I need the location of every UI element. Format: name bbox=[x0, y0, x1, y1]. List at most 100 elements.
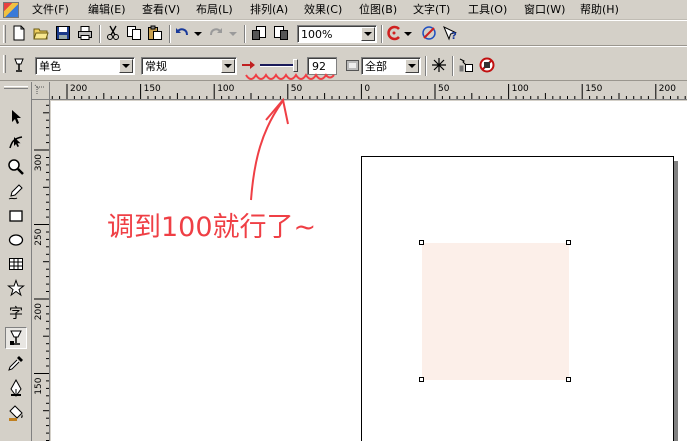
horizontal-ruler[interactable]: 200 150 100 50 0 50 100 150 200 bbox=[32, 82, 687, 100]
launcher-dropdown-icon[interactable] bbox=[403, 24, 413, 42]
menu-effects[interactable]: 效果(C) bbox=[304, 2, 342, 18]
star-tool-icon[interactable] bbox=[5, 277, 27, 299]
toolbar-separator bbox=[381, 25, 383, 43]
chevron-down-icon[interactable] bbox=[119, 59, 133, 73]
toolbox: 字 bbox=[0, 82, 32, 441]
slider-track bbox=[260, 64, 296, 67]
toolbar-separator bbox=[99, 25, 101, 43]
outline-pen-tool-icon[interactable] bbox=[5, 377, 27, 399]
graph-paper-tool-icon[interactable] bbox=[5, 253, 27, 275]
apply-target-combo[interactable]: 全部 bbox=[361, 57, 421, 75]
ruler-label: 200 bbox=[34, 303, 44, 320]
annotation-text: 调到100就行了~ bbox=[107, 212, 317, 243]
menu-file[interactable]: 文件(F) bbox=[32, 2, 69, 18]
corel-online-icon[interactable] bbox=[420, 24, 438, 42]
clear-transparency-icon[interactable] bbox=[478, 56, 496, 74]
slider-thumb[interactable] bbox=[293, 59, 298, 72]
start-transparency-icon bbox=[240, 56, 258, 74]
selection-handle-top-left[interactable] bbox=[419, 240, 424, 245]
toolbar-grip[interactable] bbox=[3, 25, 6, 43]
blend-mode-combo[interactable]: 常规 bbox=[141, 57, 237, 75]
selection-handle-bottom-left[interactable] bbox=[419, 377, 424, 382]
property-bar: 单色 常规 92 全部 bbox=[0, 46, 687, 81]
shape-tool-icon[interactable] bbox=[5, 131, 27, 153]
freehand-tool-icon[interactable] bbox=[5, 181, 27, 203]
ruler-label: 150 bbox=[34, 377, 44, 394]
open-folder-icon[interactable] bbox=[32, 24, 50, 42]
rectangle-tool-icon[interactable] bbox=[5, 205, 27, 227]
ruler-label: 100 bbox=[512, 84, 529, 94]
selection-handle-top-right[interactable] bbox=[566, 240, 571, 245]
toolbar-grip[interactable] bbox=[3, 55, 6, 73]
svg-text:字: 字 bbox=[9, 306, 23, 321]
redo-dropdown-icon[interactable] bbox=[228, 24, 238, 42]
ruler-label: 200 bbox=[70, 84, 87, 94]
ruler-label: 300 bbox=[34, 154, 44, 171]
chevron-down-icon[interactable] bbox=[405, 59, 419, 73]
copy-icon[interactable] bbox=[125, 24, 143, 42]
zoom-level-combo[interactable]: 100% bbox=[297, 25, 377, 43]
ruler-label: 250 bbox=[34, 228, 44, 245]
ellipse-tool-icon[interactable] bbox=[5, 229, 27, 251]
ruler-label: 150 bbox=[144, 84, 161, 94]
vertical-ruler-scale: 300 250 200 150 bbox=[34, 104, 49, 441]
undo-icon[interactable] bbox=[173, 24, 191, 42]
save-icon[interactable] bbox=[54, 24, 72, 42]
zoom-level-value: 100% bbox=[301, 28, 333, 41]
ruler-origin[interactable] bbox=[32, 82, 50, 100]
transparency-slider[interactable] bbox=[260, 59, 302, 73]
target-fill-outline-icon[interactable] bbox=[344, 56, 362, 74]
apply-target-value: 全部 bbox=[365, 60, 387, 73]
ruler-label: 50 bbox=[291, 84, 303, 94]
fill-bucket-tool-icon[interactable] bbox=[5, 402, 27, 424]
horizontal-ruler-scale: 200 150 100 50 0 50 100 150 200 bbox=[37, 84, 686, 99]
app-logo-icon[interactable] bbox=[3, 2, 19, 18]
undo-dropdown-icon[interactable] bbox=[193, 24, 203, 42]
whats-this-help-icon[interactable]: ? bbox=[441, 24, 459, 42]
copy-transparency-icon[interactable] bbox=[457, 56, 475, 74]
pick-tool-icon[interactable] bbox=[5, 106, 27, 128]
menu-bitmaps[interactable]: 位图(B) bbox=[359, 2, 397, 18]
ruler-label: 200 bbox=[659, 84, 676, 94]
menu-text[interactable]: 文字(T) bbox=[413, 2, 450, 18]
paste-icon[interactable] bbox=[146, 24, 164, 42]
menu-view[interactable]: 查看(V) bbox=[142, 2, 180, 18]
transparency-operation-value: 单色 bbox=[39, 60, 61, 73]
page-shadow bbox=[674, 161, 678, 441]
toolbox-grip[interactable] bbox=[4, 86, 28, 89]
transparency-type-icon[interactable] bbox=[10, 56, 28, 74]
interactive-transparency-tool-icon[interactable] bbox=[5, 327, 27, 349]
menu-bar: 文件(F) 编辑(E) 查看(V) 布局(L) 排列(A) 效果(C) 位图(B… bbox=[0, 0, 687, 20]
menu-window[interactable]: 窗口(W) bbox=[524, 2, 565, 18]
menu-layout[interactable]: 布局(L) bbox=[196, 2, 233, 18]
export-icon[interactable] bbox=[272, 24, 290, 42]
application-launcher-icon[interactable] bbox=[385, 24, 403, 42]
chevron-down-icon[interactable] bbox=[221, 59, 235, 73]
transparency-operation-combo[interactable]: 单色 bbox=[35, 57, 135, 75]
transparency-value-input[interactable]: 92 bbox=[307, 57, 337, 75]
zoom-tool-icon[interactable] bbox=[5, 156, 27, 178]
drawing-canvas[interactable] bbox=[51, 101, 687, 441]
new-document-icon[interactable] bbox=[10, 24, 28, 42]
import-icon[interactable] bbox=[250, 24, 268, 42]
transparency-value: 92 bbox=[312, 60, 326, 73]
menu-arrange[interactable]: 排列(A) bbox=[250, 2, 288, 18]
ruler-label: 50 bbox=[438, 84, 450, 94]
toolbar-separator bbox=[452, 56, 454, 76]
svg-text:?: ? bbox=[451, 31, 457, 41]
print-icon[interactable] bbox=[76, 24, 94, 42]
text-tool-icon[interactable]: 字 bbox=[5, 301, 27, 323]
menu-help[interactable]: 帮助(H) bbox=[580, 2, 619, 18]
chevron-down-icon[interactable] bbox=[361, 27, 375, 41]
menu-edit[interactable]: 编辑(E) bbox=[88, 2, 126, 18]
menu-tools[interactable]: 工具(O) bbox=[468, 2, 507, 18]
eyedropper-tool-icon[interactable] bbox=[5, 352, 27, 374]
cut-icon[interactable] bbox=[104, 24, 122, 42]
selection-handle-bottom-right[interactable] bbox=[566, 377, 571, 382]
toolbar-separator bbox=[425, 56, 427, 76]
vertical-ruler[interactable]: 300 250 200 150 bbox=[32, 100, 50, 441]
redo-icon[interactable] bbox=[207, 24, 225, 42]
toolbar-separator bbox=[244, 25, 246, 43]
selected-rectangle[interactable] bbox=[422, 243, 569, 380]
freeze-transparency-icon[interactable] bbox=[430, 56, 448, 74]
